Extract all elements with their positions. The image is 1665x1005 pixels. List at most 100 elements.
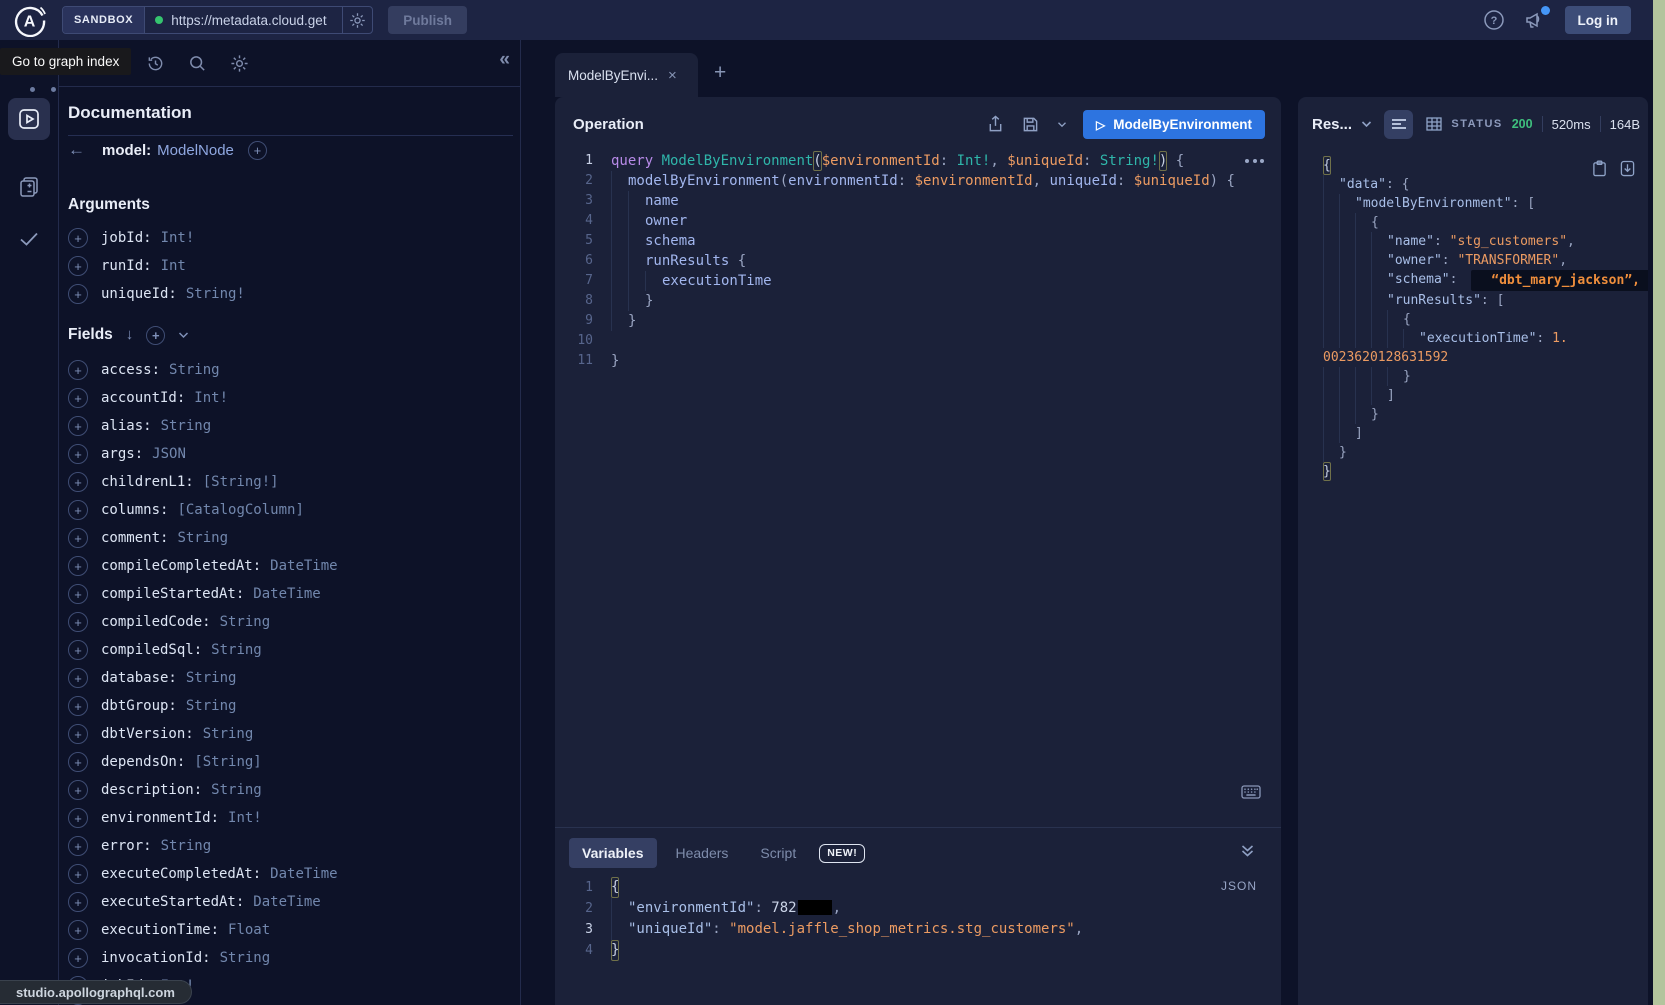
search-icon[interactable] xyxy=(188,54,207,73)
field-type[interactable]: JSON xyxy=(152,446,186,462)
code-line[interactable]: 11} xyxy=(555,351,1281,371)
field-type[interactable]: DateTime xyxy=(270,866,337,882)
history-icon[interactable] xyxy=(146,54,165,73)
operation-tab[interactable]: ModelByEnvi... xyxy=(555,53,698,97)
add-tab-button[interactable] xyxy=(714,62,726,83)
endpoint-url-field[interactable]: https://metadata.cloud.get xyxy=(145,7,342,33)
add-all-fields-icon[interactable] xyxy=(146,326,165,345)
code-line[interactable]: 8} xyxy=(555,291,1281,311)
code-line[interactable]: "modelByEnvironment": [ xyxy=(1323,194,1648,213)
add-field-icon[interactable] xyxy=(68,584,88,604)
field-row[interactable]: compiledCode: String xyxy=(68,608,520,636)
add-field-icon[interactable] xyxy=(68,388,88,408)
add-field-icon[interactable] xyxy=(68,640,88,660)
code-line[interactable]: } xyxy=(1323,405,1648,424)
add-field-icon[interactable] xyxy=(68,920,88,940)
sidebar-item-schema[interactable] xyxy=(8,166,50,208)
field-type[interactable]: String xyxy=(220,950,271,966)
add-field-icon[interactable] xyxy=(68,864,88,884)
add-field-icon[interactable] xyxy=(68,780,88,800)
add-field-icon[interactable] xyxy=(68,612,88,632)
field-type[interactable]: [String] xyxy=(194,754,261,770)
chevron-down-icon[interactable] xyxy=(178,331,189,339)
field-type[interactable]: [CatalogColumn] xyxy=(177,502,303,518)
code-line[interactable]: 7executionTime xyxy=(555,271,1281,291)
save-options-chevron-icon[interactable] xyxy=(1057,121,1067,128)
field-row[interactable]: compiledSql: String xyxy=(68,636,520,664)
help-button[interactable]: ? xyxy=(1483,9,1505,31)
field-type[interactable]: DateTime xyxy=(253,586,320,602)
code-line[interactable]: 9} xyxy=(555,311,1281,331)
field-type[interactable]: Float xyxy=(228,922,270,938)
code-line[interactable]: 1{ xyxy=(555,877,1281,898)
field-type[interactable]: [String!] xyxy=(203,474,279,490)
code-line[interactable]: 4owner xyxy=(555,211,1281,231)
code-line[interactable]: { xyxy=(1323,310,1648,329)
add-field-icon[interactable] xyxy=(68,836,88,856)
code-line[interactable]: 3name xyxy=(555,191,1281,211)
field-type[interactable]: String xyxy=(211,642,262,658)
field-row[interactable]: access: String xyxy=(68,356,520,384)
response-json[interactable]: {"data": {"modelByEnvironment": [{"name"… xyxy=(1298,149,1648,481)
field-row[interactable]: childrenL1: [String!] xyxy=(68,468,520,496)
add-field-icon[interactable] xyxy=(68,500,88,520)
code-line[interactable]: "owner": "TRANSFORMER", xyxy=(1323,251,1648,270)
field-row[interactable]: description: String xyxy=(68,776,520,804)
field-row[interactable]: invocationId: String xyxy=(68,944,520,972)
field-type[interactable]: String xyxy=(169,362,220,378)
code-line[interactable]: "schema": “dbt_mary_jackson”, xyxy=(1323,270,1648,291)
code-line[interactable]: 1query ModelByEnvironment($environmentId… xyxy=(555,151,1281,171)
response-dropdown-chevron-icon[interactable] xyxy=(1361,120,1372,128)
field-row[interactable]: accountId: Int! xyxy=(68,384,520,412)
field-row[interactable]: columns: [CatalogColumn] xyxy=(68,496,520,524)
code-line[interactable]: 6runResults { xyxy=(555,251,1281,271)
table-view-toggle[interactable] xyxy=(1419,110,1448,139)
endpoint-bar[interactable]: SANDBOX https://metadata.cloud.get xyxy=(62,6,373,34)
settings-gear-icon[interactable] xyxy=(230,54,249,73)
back-arrow-icon[interactable] xyxy=(68,140,88,160)
add-field-icon[interactable] xyxy=(68,472,88,492)
field-row[interactable]: environmentId: Int! xyxy=(68,804,520,832)
code-line[interactable]: ] xyxy=(1323,424,1648,443)
add-field-icon[interactable] xyxy=(68,752,88,772)
add-type-icon[interactable] xyxy=(248,141,267,160)
argument-type[interactable]: String! xyxy=(186,286,245,302)
argument-type[interactable]: Int! xyxy=(161,230,195,246)
code-line[interactable]: 2modelByEnvironment(environmentId: $envi… xyxy=(555,171,1281,191)
type-name-link[interactable]: ModelNode xyxy=(157,142,234,159)
add-argument-icon[interactable] xyxy=(68,284,88,304)
field-type[interactable]: DateTime xyxy=(270,558,337,574)
code-line[interactable]: "name": "stg_customers", xyxy=(1323,232,1648,251)
field-type[interactable]: String xyxy=(203,726,254,742)
add-field-icon[interactable] xyxy=(68,444,88,464)
add-field-icon[interactable] xyxy=(68,808,88,828)
keyboard-shortcuts-icon[interactable] xyxy=(1241,785,1261,799)
field-type[interactable]: DateTime xyxy=(253,894,320,910)
add-field-icon[interactable] xyxy=(68,892,88,912)
variables-tab[interactable]: Headers xyxy=(663,838,742,868)
add-argument-icon[interactable] xyxy=(68,256,88,276)
field-row[interactable]: comment: String xyxy=(68,524,520,552)
code-line[interactable]: 5schema xyxy=(555,231,1281,251)
close-tab-icon[interactable] xyxy=(668,67,677,84)
field-type[interactable]: Int! xyxy=(194,390,228,406)
code-line[interactable]: 2"environmentId": 782, xyxy=(555,898,1281,919)
field-type[interactable]: String xyxy=(186,670,237,686)
sort-down-icon[interactable] xyxy=(126,326,134,344)
add-field-icon[interactable] xyxy=(68,360,88,380)
variables-tab[interactable]: Variables xyxy=(569,838,657,868)
run-operation-button[interactable]: ModelByEnvironment xyxy=(1083,110,1265,139)
field-type[interactable]: String xyxy=(220,614,271,630)
copy-icon[interactable] xyxy=(1592,160,1607,177)
field-row[interactable]: args: JSON xyxy=(68,440,520,468)
code-line[interactable]: } xyxy=(1323,443,1648,462)
add-field-icon[interactable] xyxy=(68,724,88,744)
collapse-panel-icon[interactable] xyxy=(499,49,510,71)
field-row[interactable]: database: String xyxy=(68,664,520,692)
announcements-button[interactable] xyxy=(1524,10,1546,30)
field-type[interactable]: String xyxy=(186,698,237,714)
variables-editor[interactable]: 1{2"environmentId": 782,3"uniqueId": "mo… xyxy=(555,877,1281,961)
code-line[interactable]: } xyxy=(1323,462,1648,481)
apollo-logo[interactable]: A xyxy=(0,4,59,37)
field-type[interactable]: String xyxy=(211,782,262,798)
